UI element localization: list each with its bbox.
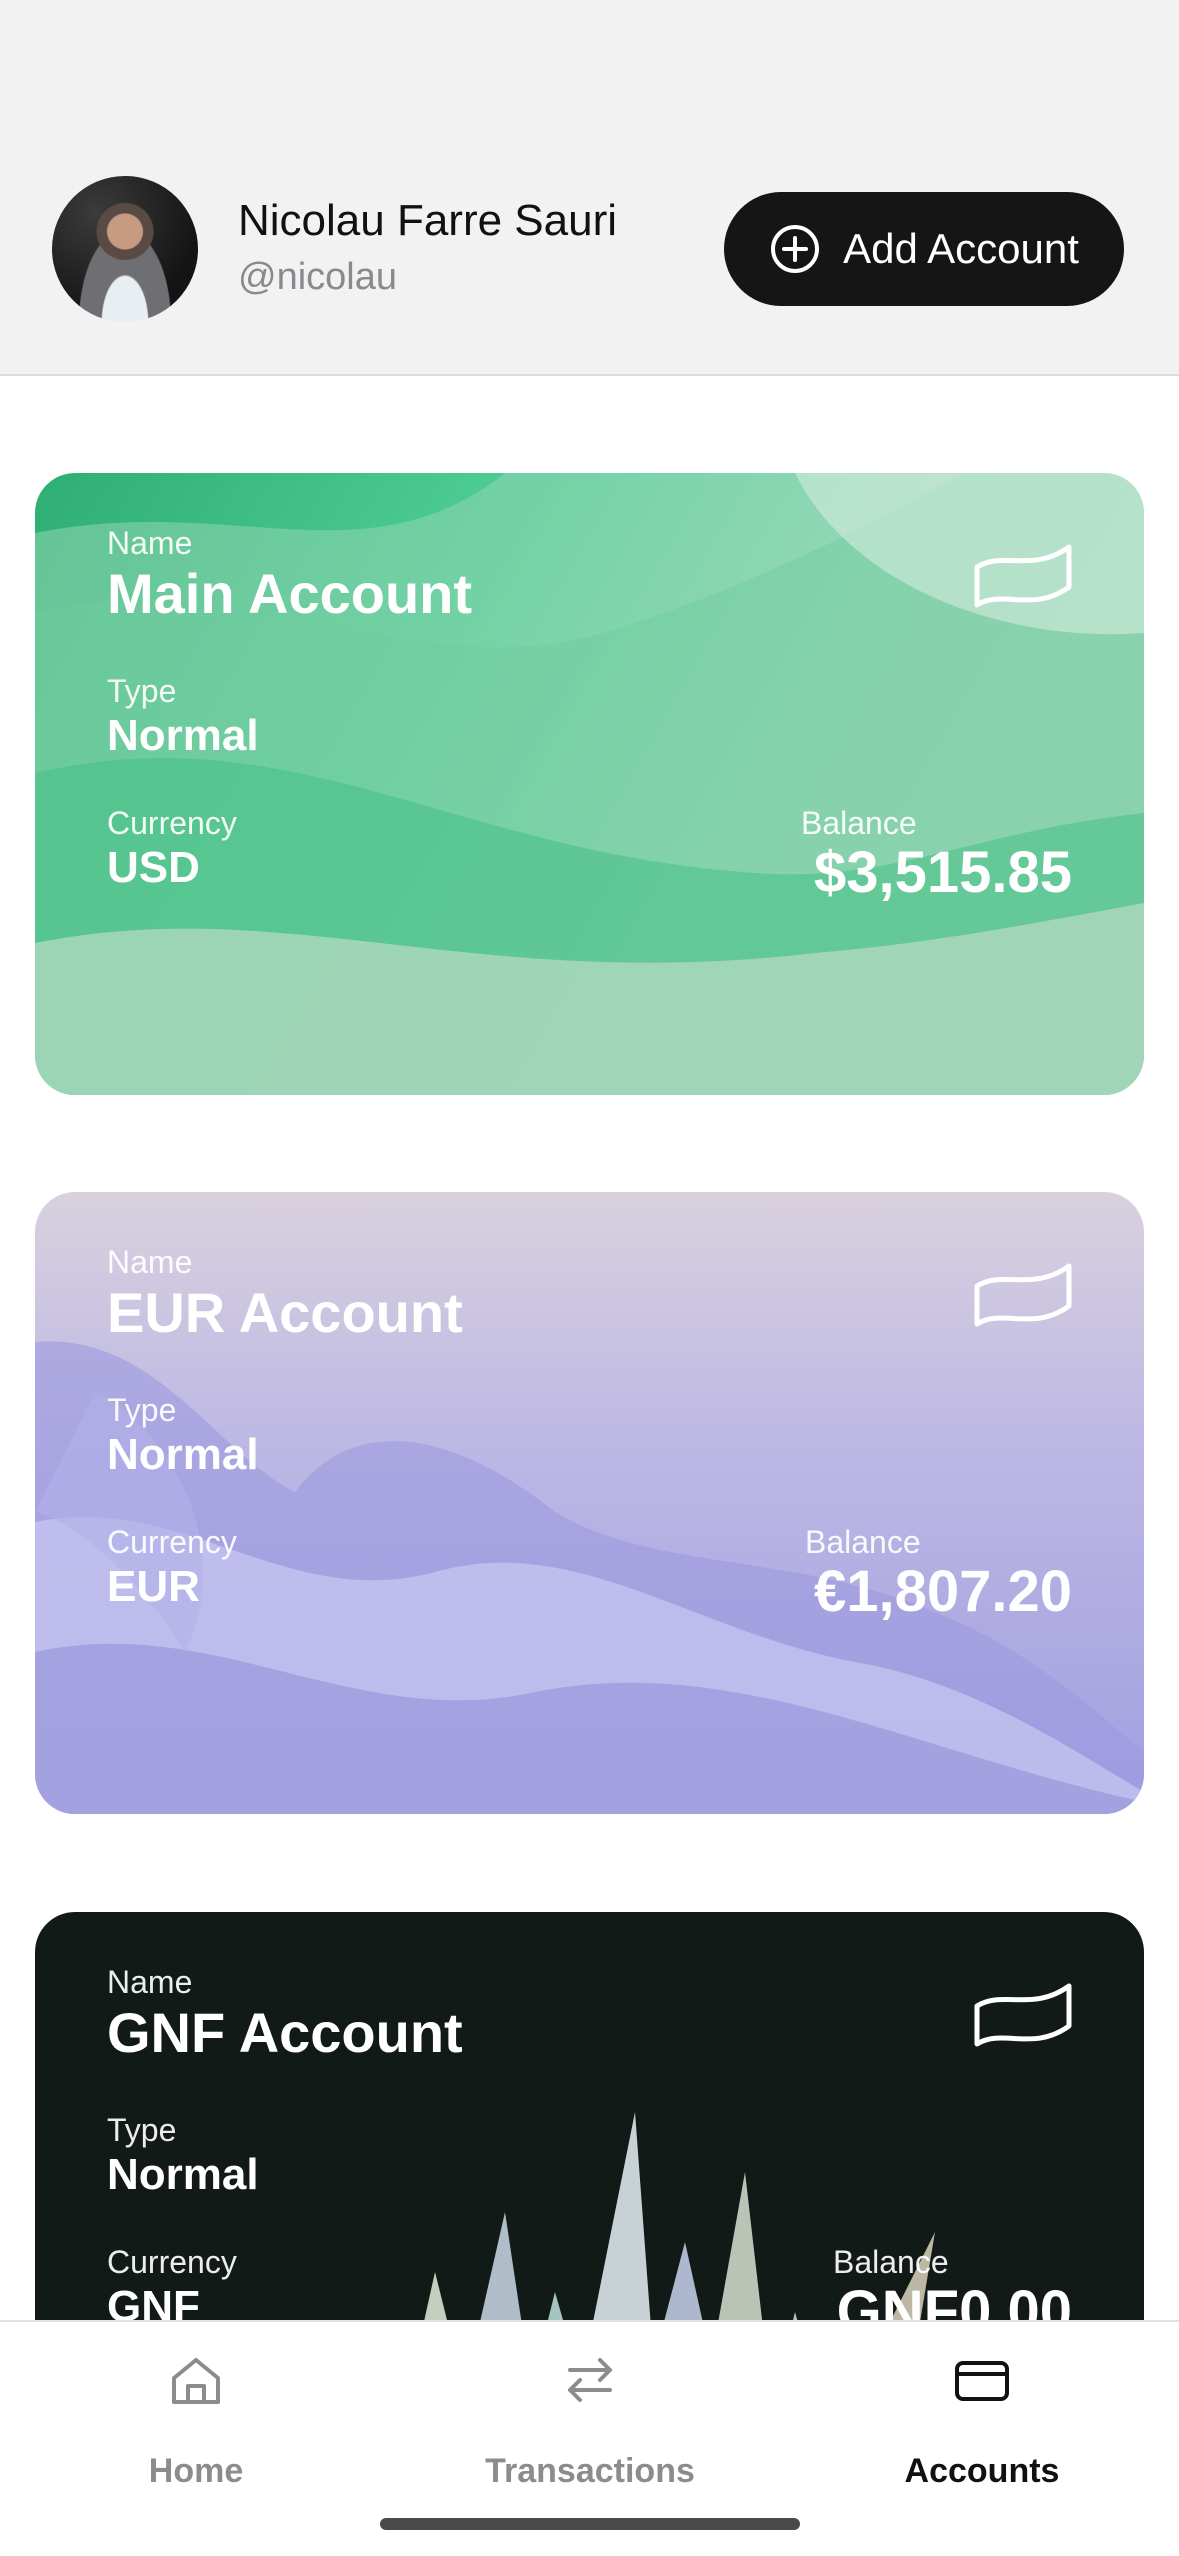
tab-transactions-label: Transactions [485,2452,695,2490]
avatar[interactable] [52,176,198,322]
account-type: Normal [107,711,259,760]
balance-label: Balance [833,2244,949,2280]
account-balance: €1,807.20 [813,1559,1072,1624]
account-name: EUR Account [107,1281,463,1344]
plus-circle-icon [771,225,820,273]
status-bar [0,0,1179,160]
flag-icon [974,1263,1072,1327]
home-indicator [380,2518,800,2530]
user-handle: @nicolau [238,256,397,298]
account-type: Normal [107,2150,259,2199]
currency-label: Currency [107,1524,237,1560]
account-currency: USD [107,843,200,892]
tab-accounts[interactable]: Accounts [832,2342,1132,2492]
account-balance: $3,515.85 [813,840,1072,905]
balance-label: Balance [801,805,917,841]
account-name: GNF Account [107,2001,463,2064]
account-type: Normal [107,1430,259,1479]
type-label: Type [107,673,177,709]
type-label: Type [107,2112,177,2148]
account-card-eur[interactable]: Name EUR Account Type Normal Currency EU… [35,1192,1144,1814]
currency-label: Currency [107,805,237,841]
home-icon [172,2358,220,2404]
user-name: Nicolau Farre Sauri [238,196,618,245]
add-account-button[interactable]: Add Account [724,192,1124,306]
header: Nicolau Farre Sauri @nicolau Add Account [0,160,1179,376]
account-card-main[interactable]: Name Main Account Type Normal Currency U… [35,473,1144,1095]
arrows-swap-icon [568,2358,612,2402]
tab-transactions[interactable]: Transactions [440,2342,740,2492]
account-currency: EUR [107,1562,200,1611]
card-icon [955,2361,1009,2401]
currency-label: Currency [107,2244,237,2280]
add-account-label: Add Account [843,225,1079,272]
name-label: Name [107,525,193,561]
tab-accounts-label: Accounts [904,2452,1060,2490]
flag-icon [974,544,1072,608]
type-label: Type [107,1392,177,1428]
tab-home-label: Home [148,2452,244,2490]
name-label: Name [107,1964,193,2000]
name-label: Name [107,1244,193,1280]
account-name: Main Account [107,562,473,625]
tab-home[interactable]: Home [46,2342,346,2492]
balance-label: Balance [805,1524,921,1560]
flag-icon [974,1983,1072,2047]
